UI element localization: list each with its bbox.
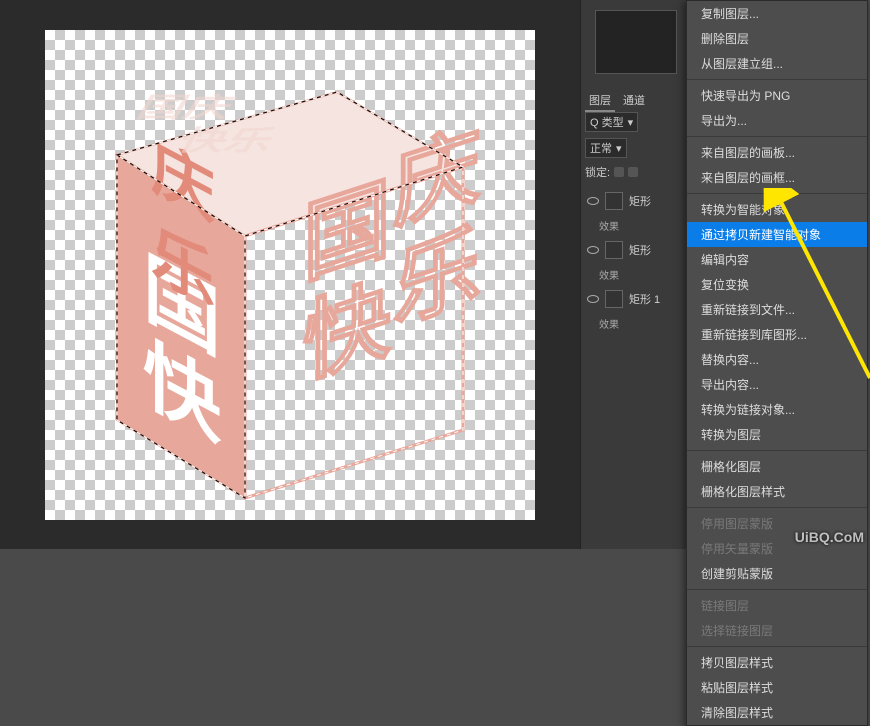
layers-panel: 图层 通道 Q 类型 ▾ 正常 ▾ 锁定: 矩形 效果 矩形: [580, 0, 690, 549]
menu-item[interactable]: 拷贝图层样式: [687, 650, 867, 675]
menu-item[interactable]: 栅格化图层: [687, 454, 867, 479]
navigator-thumbnail[interactable]: [595, 10, 677, 74]
menu-item[interactable]: 删除图层: [687, 26, 867, 51]
menu-item[interactable]: 复位变换: [687, 272, 867, 297]
transparency-checkerboard: 国 快 庆 乐 国 庆 快 乐 国庆 快乐: [45, 30, 535, 520]
menu-item[interactable]: 来自图层的画框...: [687, 165, 867, 190]
menu-item: 选择链接图层: [687, 618, 867, 643]
menu-separator: [687, 589, 867, 590]
menu-item[interactable]: 粘贴图层样式: [687, 675, 867, 700]
chevron-down-icon: ▾: [628, 116, 634, 129]
layer-row[interactable]: 矩形 1: [581, 286, 691, 312]
menu-separator: [687, 193, 867, 194]
tab-layers[interactable]: 图层: [585, 90, 615, 112]
layer-row[interactable]: 矩形: [581, 188, 691, 214]
visibility-eye-icon[interactable]: [587, 197, 599, 205]
lock-label: 锁定:: [585, 164, 610, 180]
menu-item[interactable]: 复制图层...: [687, 1, 867, 26]
effects-label: 效果: [599, 316, 619, 331]
menu-item[interactable]: 导出内容...: [687, 372, 867, 397]
visibility-eye-icon[interactable]: [587, 295, 599, 303]
menu-separator: [687, 450, 867, 451]
layer-filter-label: Q 类型: [590, 114, 624, 130]
menu-item[interactable]: 来自图层的画板...: [687, 140, 867, 165]
canvas-area[interactable]: 国 快 庆 乐 国 庆 快 乐 国庆 快乐: [0, 0, 580, 549]
svg-text:国庆: 国庆: [131, 92, 241, 123]
menu-item[interactable]: 重新链接到文件...: [687, 297, 867, 322]
menu-separator: [687, 136, 867, 137]
layers-list: 矩形 效果 矩形 效果 矩形 1 效果: [581, 188, 691, 335]
menu-item[interactable]: 清除图层样式: [687, 700, 867, 725]
menu-item[interactable]: 通过拷贝新建智能对象: [687, 222, 867, 247]
menu-item: 链接图层: [687, 593, 867, 618]
effects-label: 效果: [599, 218, 619, 233]
svg-text:快乐: 快乐: [172, 125, 282, 156]
layer-thumbnail[interactable]: [605, 192, 623, 210]
menu-item[interactable]: 转换为智能对象: [687, 197, 867, 222]
menu-separator: [687, 507, 867, 508]
menu-item[interactable]: 编辑内容: [687, 247, 867, 272]
blend-mode-label: 正常: [590, 140, 612, 156]
layer-filter-dropdown[interactable]: Q 类型 ▾: [585, 112, 638, 132]
chevron-down-icon: ▾: [616, 142, 622, 155]
layer-effects-row[interactable]: 效果: [581, 263, 691, 286]
menu-item[interactable]: 转换为图层: [687, 422, 867, 447]
layer-row[interactable]: 矩形: [581, 237, 691, 263]
layer-context-menu: 复制图层...删除图层从图层建立组... 快速导出为 PNG导出为... 来自图层的…: [686, 0, 868, 726]
menu-separator: [687, 79, 867, 80]
menu-item[interactable]: 重新链接到库图形...: [687, 322, 867, 347]
layer-name: 矩形: [629, 242, 651, 258]
menu-item[interactable]: 替换内容...: [687, 347, 867, 372]
cube-artwork: 国 快 庆 乐 国 庆 快 乐 国庆 快乐: [45, 30, 535, 520]
menu-item[interactable]: 创建剪贴蒙版: [687, 561, 867, 586]
layer-effects-row[interactable]: 效果: [581, 214, 691, 237]
layer-thumbnail[interactable]: [605, 290, 623, 308]
effects-label: 效果: [599, 267, 619, 282]
tab-channels[interactable]: 通道: [619, 90, 649, 112]
lock-brush-icon[interactable]: [628, 167, 638, 177]
menu-item[interactable]: 栅格化图层样式: [687, 479, 867, 504]
watermark-text: UiBQ.CoM: [795, 529, 864, 545]
layer-name: 矩形 1: [629, 291, 660, 307]
blend-mode-dropdown[interactable]: 正常 ▾: [585, 138, 627, 158]
panel-tabs: 图层 通道: [581, 86, 690, 112]
lock-transparent-icon[interactable]: [614, 167, 624, 177]
menu-item[interactable]: 导出为...: [687, 108, 867, 133]
menu-item[interactable]: 快速导出为 PNG: [687, 83, 867, 108]
menu-separator: [687, 646, 867, 647]
layer-name: 矩形: [629, 193, 651, 209]
layer-effects-row[interactable]: 效果: [581, 312, 691, 335]
visibility-eye-icon[interactable]: [587, 246, 599, 254]
menu-item[interactable]: 从图层建立组...: [687, 51, 867, 76]
layer-thumbnail[interactable]: [605, 241, 623, 259]
menu-item[interactable]: 转换为链接对象...: [687, 397, 867, 422]
